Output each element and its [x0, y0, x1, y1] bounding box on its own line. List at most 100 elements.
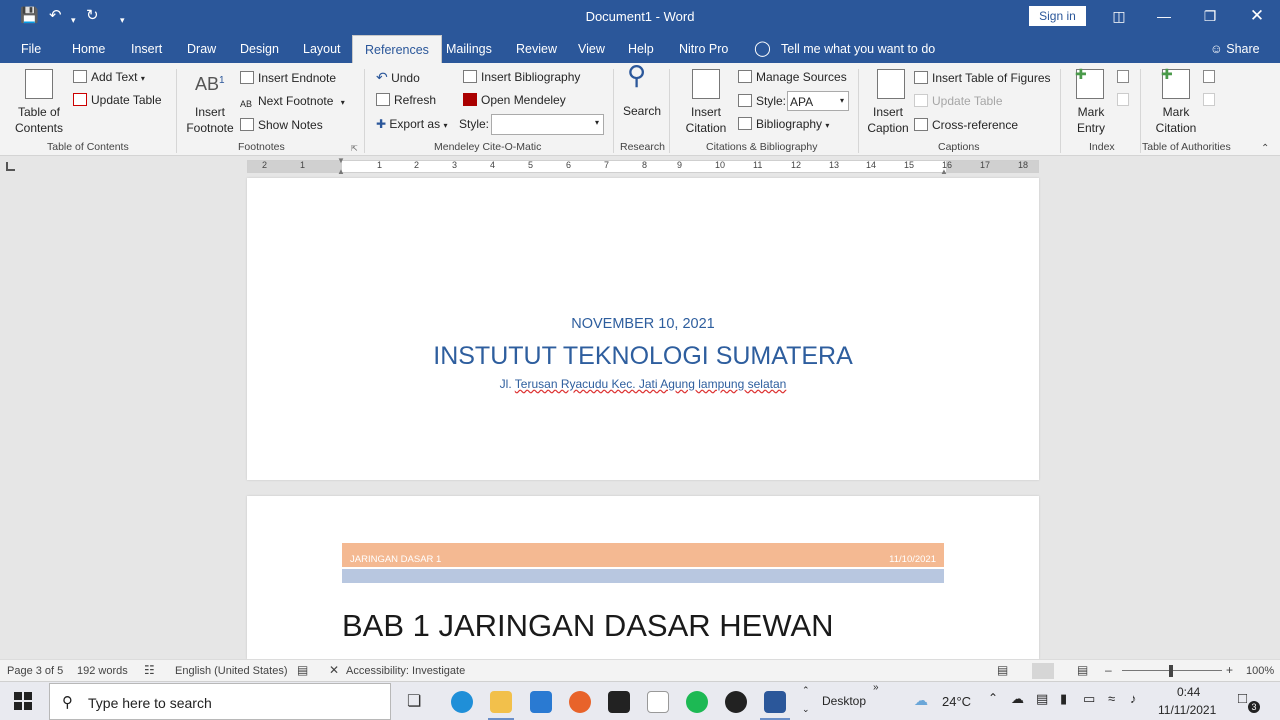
usb-icon[interactable]: ▮ — [1060, 691, 1067, 707]
ribbon-display-options-icon[interactable]: ◫ — [1104, 4, 1134, 28]
tell-me-search[interactable]: Tell me what you want to do — [781, 42, 935, 56]
accessibility-status[interactable]: Accessibility: Investigate — [346, 665, 465, 677]
save-icon[interactable]: 💾 — [20, 7, 39, 25]
research-search-button[interactable]: Search — [623, 104, 661, 119]
mendeley-undo-button[interactable]: ↶ Undo — [376, 70, 420, 86]
task-view-icon[interactable]: ❏ — [407, 691, 421, 711]
tab-review[interactable]: Review — [516, 42, 557, 56]
insert-index-icon[interactable] — [1117, 70, 1129, 83]
tab-help[interactable]: Help — [628, 42, 654, 56]
hanging-indent-marker[interactable]: ▲ — [337, 167, 345, 176]
proofing-icon[interactable]: ☷ — [144, 663, 155, 677]
word-icon[interactable] — [764, 691, 786, 713]
update-table-button[interactable]: Update Table — [73, 93, 162, 108]
mendeley-style-select[interactable]: ▾ — [491, 114, 604, 135]
network-share-icon[interactable]: ▤ — [1036, 691, 1048, 707]
battery-icon[interactable]: ▭ — [1083, 691, 1095, 707]
horizontal-ruler[interactable]: ▼ ▲ ▲ 2 1 1 2 3 4 5 6 7 8 9 10 11 12 13 … — [247, 156, 1039, 176]
restore-icon[interactable]: ❐ — [1195, 4, 1225, 28]
sign-in-button[interactable]: Sign in — [1029, 6, 1086, 26]
mendeley-refresh-button[interactable]: Refresh — [376, 93, 436, 108]
language[interactable]: English (United States) — [175, 665, 288, 677]
weather-temperature[interactable]: 24°C — [942, 694, 971, 709]
desktop-toolbar[interactable]: Desktop — [822, 694, 866, 708]
page-count[interactable]: Page 3 of 5 — [7, 665, 63, 677]
obs-icon[interactable] — [725, 691, 747, 713]
tab-layout[interactable]: Layout — [303, 42, 341, 56]
mark-entry-button[interactable]: Mark Entry — [1072, 104, 1110, 136]
update-table-of-figures-button[interactable]: Update Table — [914, 94, 1003, 109]
update-table-of-authorities-icon[interactable] — [1203, 93, 1215, 106]
print-layout-icon[interactable] — [1032, 663, 1054, 679]
clock-time[interactable]: 0:44 — [1177, 685, 1200, 699]
insert-table-of-figures-button[interactable]: Insert Table of Figures — [914, 71, 1051, 86]
wifi-icon[interactable]: ≈ — [1108, 691, 1115, 706]
chevron-down-icon[interactable]: ⌄ — [802, 704, 810, 715]
notifications-icon[interactable]: □ — [1238, 690, 1247, 707]
export-as-button[interactable]: ✚ Export as ▾ — [376, 117, 447, 133]
word-count[interactable]: 192 words — [77, 665, 128, 677]
taskbar-search-box[interactable]: ⚲ Type here to search — [49, 683, 391, 720]
undo-dropdown-icon[interactable]: ▾ — [71, 11, 76, 29]
tab-insert[interactable]: Insert — [131, 42, 162, 56]
zoom-in-icon[interactable]: + — [1226, 663, 1233, 677]
tab-home[interactable]: Home — [72, 42, 105, 56]
add-text-button[interactable]: Add Text ▾ — [73, 70, 145, 86]
windows-start-icon[interactable] — [14, 692, 32, 710]
zoom-slider-thumb[interactable] — [1169, 665, 1173, 677]
tab-view[interactable]: View — [578, 42, 605, 56]
tab-draw[interactable]: Draw — [187, 42, 216, 56]
citation-style-select[interactable]: APA ▾ — [787, 91, 849, 111]
dropbox-icon[interactable] — [608, 691, 630, 713]
insert-caption-button[interactable]: Insert Caption — [863, 104, 913, 136]
tab-nitro-pro[interactable]: Nitro Pro — [679, 42, 728, 56]
update-index-icon[interactable] — [1117, 93, 1129, 106]
document-page-2[interactable]: JARINGAN DASAR 1 11/10/2021 BAB 1 JARING… — [247, 496, 1039, 659]
dialog-launcher-icon[interactable]: ⇱ — [351, 141, 358, 156]
zoom-level[interactable]: 100% — [1246, 665, 1274, 677]
mail-icon[interactable] — [530, 691, 552, 713]
bibliography-button[interactable]: Bibliography ▾ — [738, 117, 829, 133]
insert-endnote-button[interactable]: Insert Endnote — [240, 71, 336, 86]
show-notes-button[interactable]: Show Notes — [240, 118, 323, 133]
mark-citation-button[interactable]: Mark Citation — [1152, 104, 1200, 136]
read-mode-icon[interactable]: ▤ — [997, 663, 1008, 677]
file-explorer-icon[interactable] — [490, 691, 512, 713]
chevron-up-icon[interactable]: ⌃ — [802, 685, 810, 696]
insert-bibliography-button[interactable]: Insert Bibliography — [463, 70, 580, 85]
amazon-icon[interactable] — [647, 691, 669, 713]
customize-qat-icon[interactable]: ▾ — [120, 11, 125, 29]
zoom-out-icon[interactable]: – — [1105, 663, 1112, 677]
macro-icon[interactable]: ▤ — [297, 663, 308, 677]
next-footnote-button[interactable]: AB Next Footnote ▾ — [240, 94, 345, 110]
toolbar-expand-icon[interactable]: » — [873, 682, 879, 693]
undo-icon[interactable]: ↶ — [49, 7, 62, 25]
first-line-indent-marker[interactable]: ▼ — [337, 156, 345, 165]
firefox-icon[interactable] — [569, 691, 591, 713]
insert-table-of-authorities-icon[interactable] — [1203, 70, 1215, 83]
tab-references[interactable]: References — [352, 35, 442, 63]
tab-selector-icon[interactable] — [6, 162, 15, 171]
show-hidden-icons[interactable]: ⌃ — [988, 691, 998, 705]
manage-sources-button[interactable]: Manage Sources — [738, 70, 847, 85]
tab-file[interactable]: File — [21, 42, 41, 56]
volume-icon[interactable]: ♪ — [1130, 691, 1137, 706]
document-page-1[interactable]: NOVEMBER 10, 2021 INSTUTUT TEKNOLOGI SUM… — [247, 178, 1039, 480]
open-mendeley-button[interactable]: Open Mendeley — [463, 93, 566, 108]
table-of-contents-button[interactable]: Table of Contents — [10, 104, 68, 136]
close-icon[interactable]: ✕ — [1242, 4, 1272, 28]
tab-mailings[interactable]: Mailings — [446, 42, 492, 56]
clock-date[interactable]: 11/11/2021 — [1158, 703, 1216, 717]
onedrive-icon[interactable]: ☁ — [1011, 691, 1024, 707]
spotify-icon[interactable] — [686, 691, 708, 713]
web-layout-icon[interactable]: ▤ — [1077, 663, 1088, 677]
collapse-ribbon-icon[interactable]: ⌃ — [1261, 141, 1269, 156]
edge-icon[interactable] — [451, 691, 473, 713]
insert-footnote-button[interactable]: Insert Footnote — [183, 104, 237, 136]
redo-icon[interactable]: ↻ — [86, 7, 99, 25]
share-button[interactable]: ☺ Share — [1210, 42, 1260, 56]
tab-design[interactable]: Design — [240, 42, 279, 56]
cross-reference-button[interactable]: Cross-reference — [914, 118, 1018, 133]
insert-citation-button[interactable]: Insert Citation — [678, 104, 734, 136]
minimize-icon[interactable]: — — [1149, 4, 1179, 28]
